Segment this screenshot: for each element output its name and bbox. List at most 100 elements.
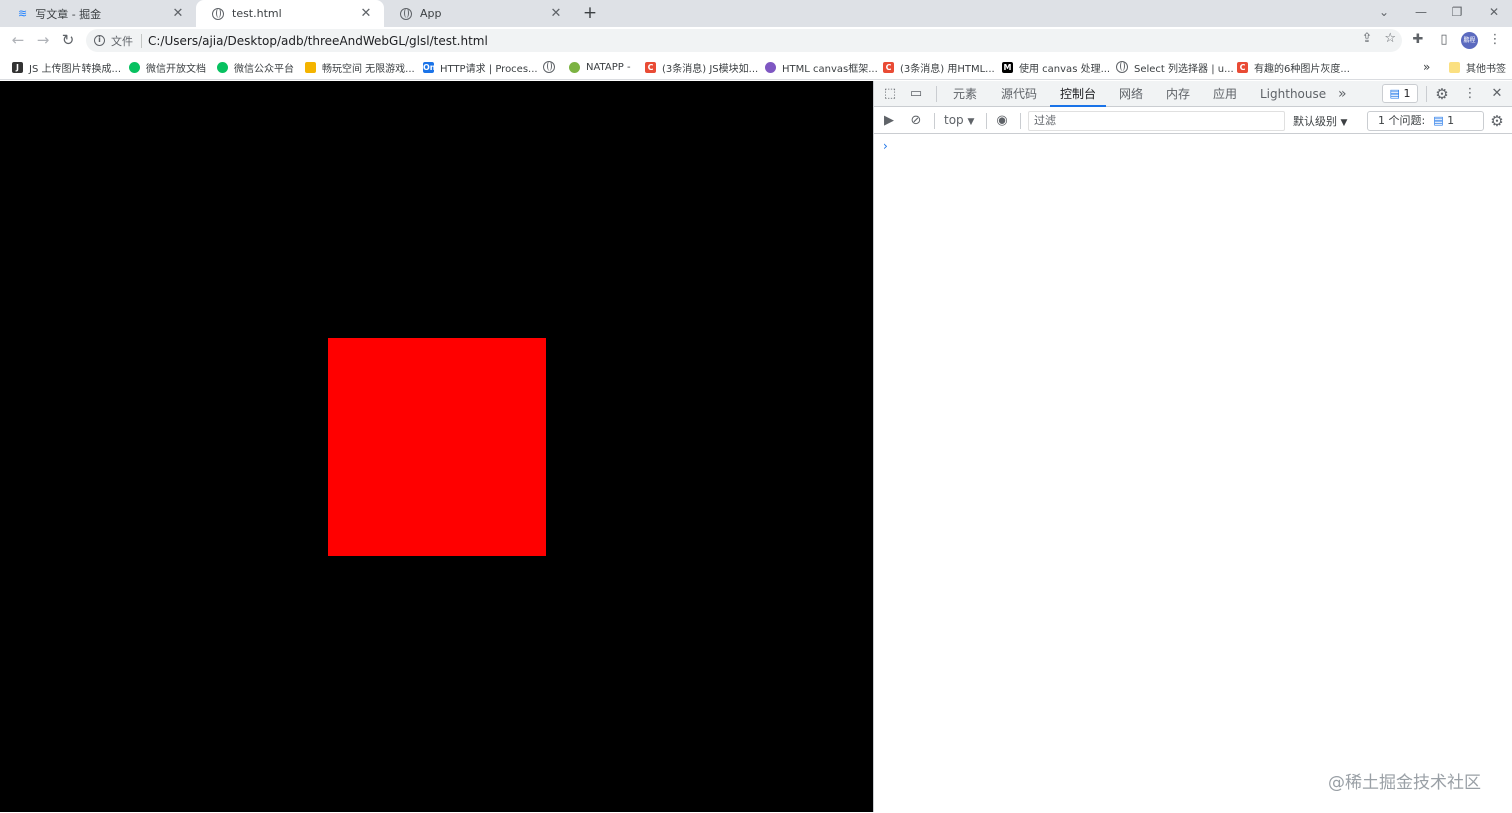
close-icon[interactable]: ✕ — [358, 6, 374, 21]
eye-icon[interactable]: ◉ — [993, 112, 1011, 130]
tab-label: App — [420, 7, 442, 20]
side-panel-icon[interactable]: ▯ — [1435, 31, 1453, 49]
bookmark-item[interactable]: J JS 上传图片转换成... — [12, 59, 121, 75]
devtools-tabbar: ⬚ ▭ 元素 源代码 控制台 网络 内存 应用 Lighthouse » ▤ 1… — [874, 81, 1512, 107]
close-icon[interactable]: ✕ — [548, 6, 564, 21]
tab-application[interactable]: 应用 — [1213, 81, 1237, 107]
bookmark-label: 微信公众平台 — [234, 63, 294, 75]
reload-icon[interactable]: ↻ — [58, 30, 78, 50]
divider — [934, 113, 935, 129]
url-text[interactable]: C:/Users/ajia/Desktop/adb/threeAndWebGL/… — [148, 34, 488, 48]
divider — [1020, 113, 1021, 129]
bookmarks-overflow-button[interactable]: » — [1423, 59, 1430, 75]
message-icon: ▤ — [1389, 87, 1400, 100]
bookmark-item[interactable]: Select 列选择器 | u... — [1116, 59, 1234, 75]
bookmark-item[interactable]: HTML canvas框架... — [765, 59, 878, 75]
close-icon[interactable]: ✕ — [170, 6, 186, 21]
tab-console[interactable]: 控制台 — [1049, 81, 1107, 107]
issues-badge[interactable]: ▤ 1 — [1382, 84, 1418, 103]
tab-sources[interactable]: 源代码 — [1001, 81, 1037, 107]
divider — [1426, 86, 1427, 102]
log-levels-dropdown[interactable]: 默认级别 ▼ — [1293, 113, 1347, 129]
tab-juejin[interactable]: ≋ 写文章 - 掘金 ✕ — [2, 0, 196, 27]
folder-icon — [1449, 61, 1460, 73]
context-selector[interactable]: top ▼ — [944, 113, 974, 127]
csdn-icon: C — [645, 61, 656, 73]
bookmark-item[interactable]: 微信开放文档 — [129, 59, 206, 75]
console-prompt[interactable]: › — [883, 139, 888, 153]
tab-memory[interactable]: 内存 — [1166, 81, 1190, 107]
kebab-menu-icon[interactable]: ⋮ — [1461, 85, 1479, 103]
bookmark-star-icon[interactable]: ☆ — [1384, 31, 1396, 46]
tab-search-icon[interactable]: ⌄ — [1366, 0, 1402, 27]
tab-app[interactable]: App ✕ — [384, 0, 574, 27]
devtools-panel: ⬚ ▭ 元素 源代码 控制台 网络 内存 应用 Lighthouse » ▤ 1… — [873, 81, 1512, 812]
close-icon[interactable]: ✕ — [1488, 85, 1506, 103]
gear-icon[interactable]: ⚙ — [1433, 85, 1451, 103]
issues-count: 1 — [1447, 114, 1455, 127]
bookmark-label: 畅玩空间 无限游戏... — [322, 63, 415, 75]
menu-icon[interactable]: ⋮ — [1486, 31, 1504, 49]
console-settings-icon[interactable]: ⚙ — [1488, 112, 1506, 130]
avatar[interactable]: 鹏程 — [1461, 32, 1478, 49]
bookmark-item[interactable]: NATAPP - — [569, 59, 631, 75]
device-toolbar-icon[interactable]: ▭ — [907, 85, 925, 103]
bookmark-item[interactable]: M 使用 canvas 处理... — [1002, 59, 1110, 75]
bookmark-item[interactable]: C 有趣的6种图片灰度... — [1237, 59, 1350, 75]
bookmark-label: 微信开放文档 — [146, 63, 206, 75]
file-chip: 文件 — [111, 34, 133, 48]
issues-button[interactable]: 1 个问题: ▤ 1 — [1367, 111, 1484, 131]
bookmark-label: Select 列选择器 | u... — [1134, 63, 1234, 75]
levels-label: 默认级别 — [1293, 115, 1337, 128]
bookmark-favicon-icon: J — [12, 61, 23, 73]
globe-icon — [212, 7, 224, 20]
more-tabs-button[interactable]: » — [1338, 81, 1347, 107]
bookmark-item[interactable] — [543, 59, 555, 75]
wechat-icon — [129, 61, 140, 73]
share-icon[interactable]: ⇪ — [1361, 31, 1372, 46]
other-bookmarks[interactable]: 其他书签 — [1449, 59, 1506, 75]
divider — [986, 113, 987, 129]
clear-console-icon[interactable]: ⊘ — [907, 112, 925, 130]
bookmark-favicon-icon: On — [423, 61, 436, 73]
bookmark-label: (3条消息) JS模块如... — [662, 63, 759, 75]
watermark: @稀土掘金技术社区 — [1328, 773, 1481, 793]
bookmark-label: 使用 canvas 处理... — [1019, 63, 1111, 75]
bookmark-item[interactable]: On HTTP请求 | Proces... — [423, 59, 538, 75]
info-icon[interactable]: i — [94, 35, 105, 46]
bookmark-item[interactable]: C (3条消息) 用HTML... — [883, 59, 995, 75]
bookmark-label: JS 上传图片转换成... — [29, 63, 122, 75]
bookmark-item[interactable]: 微信公众平台 — [217, 59, 294, 75]
red-square — [328, 338, 546, 556]
issues-count: 1 — [1403, 87, 1411, 100]
restore-icon[interactable]: ❐ — [1439, 0, 1475, 27]
bookmark-label: HTTP请求 | Proces... — [440, 63, 538, 75]
back-icon[interactable]: ← — [8, 30, 28, 50]
wechat-icon — [217, 61, 228, 73]
bookmark-label: 其他书签 — [1466, 63, 1506, 75]
juejin-icon: ≋ — [18, 7, 28, 20]
close-window-icon[interactable]: ✕ — [1476, 0, 1512, 27]
tab-test-html[interactable]: test.html ✕ — [196, 0, 384, 27]
page-canvas[interactable] — [0, 81, 873, 812]
filter-input[interactable]: 过滤 — [1028, 111, 1285, 131]
divider — [141, 33, 142, 48]
new-tab-button[interactable]: + — [580, 3, 600, 23]
globe-icon — [1116, 61, 1128, 73]
divider — [936, 86, 937, 102]
extensions-icon[interactable]: ✚ — [1409, 31, 1427, 49]
inspect-element-icon[interactable]: ⬚ — [881, 85, 899, 103]
bookmark-item[interactable]: 畅玩空间 无限游戏... — [305, 59, 415, 75]
address-bar[interactable]: i 文件 C:/Users/ajia/Desktop/adb/threeAndW… — [86, 29, 1402, 52]
sidebar-toggle-icon[interactable]: ▶ — [880, 112, 898, 130]
minimize-icon[interactable]: — — [1403, 0, 1439, 27]
bookmark-item[interactable]: C (3条消息) JS模块如... — [645, 59, 758, 75]
bookmark-label: 有趣的6种图片灰度... — [1254, 63, 1350, 75]
tab-network[interactable]: 网络 — [1119, 81, 1143, 107]
console-toolbar: ▶ ⊘ top ▼ ◉ 过滤 默认级别 ▼ 1 个问题: ▤ 1 ⚙ — [874, 108, 1512, 134]
context-label: top — [944, 113, 964, 127]
csdn-icon: C — [883, 61, 894, 73]
tab-elements[interactable]: 元素 — [953, 81, 977, 107]
tab-lighthouse[interactable]: Lighthouse — [1260, 81, 1326, 107]
forward-icon[interactable]: → — [33, 30, 53, 50]
